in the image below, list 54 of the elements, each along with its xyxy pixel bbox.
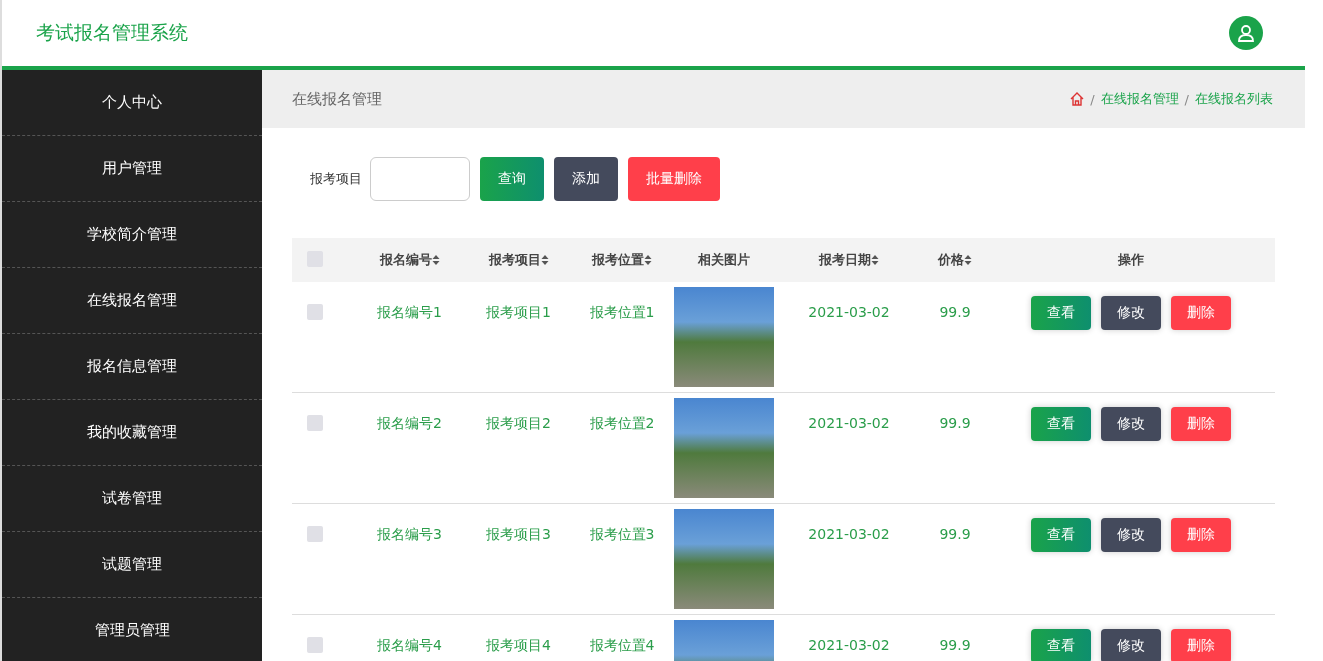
- field-label: 报考项目: [310, 170, 362, 188]
- column-header: 报考项目: [488, 251, 541, 269]
- column-header: 价格: [938, 251, 964, 269]
- action-button[interactable]: 修改: [1100, 296, 1161, 330]
- page-title: 在线报名管理: [292, 89, 382, 109]
- row-checkbox[interactable]: [307, 637, 323, 653]
- table-cell-text: 报名编号3: [376, 525, 443, 544]
- table-cell-text: 2021-03-02: [807, 414, 891, 431]
- table-cell-text: 报考项目2: [485, 414, 552, 433]
- sort-icon[interactable]: [871, 254, 879, 266]
- action-button[interactable]: 查看: [1030, 296, 1091, 330]
- table-cell-text: 报考项目4: [485, 636, 552, 655]
- table-cell-text: 报名编号1: [376, 303, 443, 322]
- table-cell-text: 报考位置3: [588, 525, 656, 544]
- breadcrumb-separator: /: [1090, 91, 1095, 107]
- home-icon[interactable]: [1070, 92, 1085, 106]
- column-header: 报考位置: [592, 251, 644, 269]
- column-header: 操作: [1117, 251, 1144, 269]
- app-title: 考试报名管理系统: [36, 20, 188, 45]
- sort-icon[interactable]: [540, 254, 549, 266]
- table-cell-text: 报名编号2: [376, 414, 443, 433]
- column-header: 报名编号: [379, 251, 432, 269]
- action-button[interactable]: 修改: [1100, 629, 1161, 661]
- row-checkbox[interactable]: [307, 415, 323, 431]
- table-cell-text: 报名编号4: [376, 636, 443, 655]
- sort-icon[interactable]: [644, 254, 652, 266]
- table-cell-text: 报考项目1: [485, 303, 552, 322]
- action-button[interactable]: 查看: [1030, 407, 1091, 441]
- search-field[interactable]: [370, 157, 470, 201]
- sort-icon[interactable]: [964, 254, 972, 266]
- action-button[interactable]: 查看: [1030, 518, 1091, 552]
- action-button[interactable]: 修改: [1100, 407, 1161, 441]
- table-cell-text: 2021-03-02: [807, 636, 891, 653]
- table-cell-text: 99.9: [938, 414, 972, 431]
- toolbar-button[interactable]: 添加: [554, 157, 618, 201]
- table-cell-text: 报考位置1: [588, 303, 656, 322]
- table-cell-text: 2021-03-02: [807, 525, 891, 542]
- column-header: 报考日期: [819, 251, 871, 269]
- row-checkbox[interactable]: [307, 304, 323, 320]
- user-icon[interactable]: [1229, 16, 1263, 50]
- table-cell-text: 99.9: [938, 636, 972, 653]
- row-checkbox[interactable]: [307, 526, 323, 542]
- toolbar-button[interactable]: 查询: [480, 157, 544, 201]
- table-cell-text: 报考项目3: [485, 525, 552, 544]
- column-header: 相关图片: [698, 251, 750, 269]
- table-cell-text: 报考位置2: [588, 414, 656, 433]
- table-cell-text: 99.9: [938, 303, 972, 320]
- table-cell-text: 报考位置4: [588, 636, 656, 655]
- sort-icon[interactable]: [431, 254, 440, 266]
- breadcrumb-separator: /: [1184, 91, 1189, 107]
- table-cell-text: 99.9: [938, 525, 972, 542]
- table-cell-text: 2021-03-02: [807, 303, 891, 320]
- action-button[interactable]: 修改: [1100, 518, 1161, 552]
- action-button[interactable]: 查看: [1030, 629, 1091, 661]
